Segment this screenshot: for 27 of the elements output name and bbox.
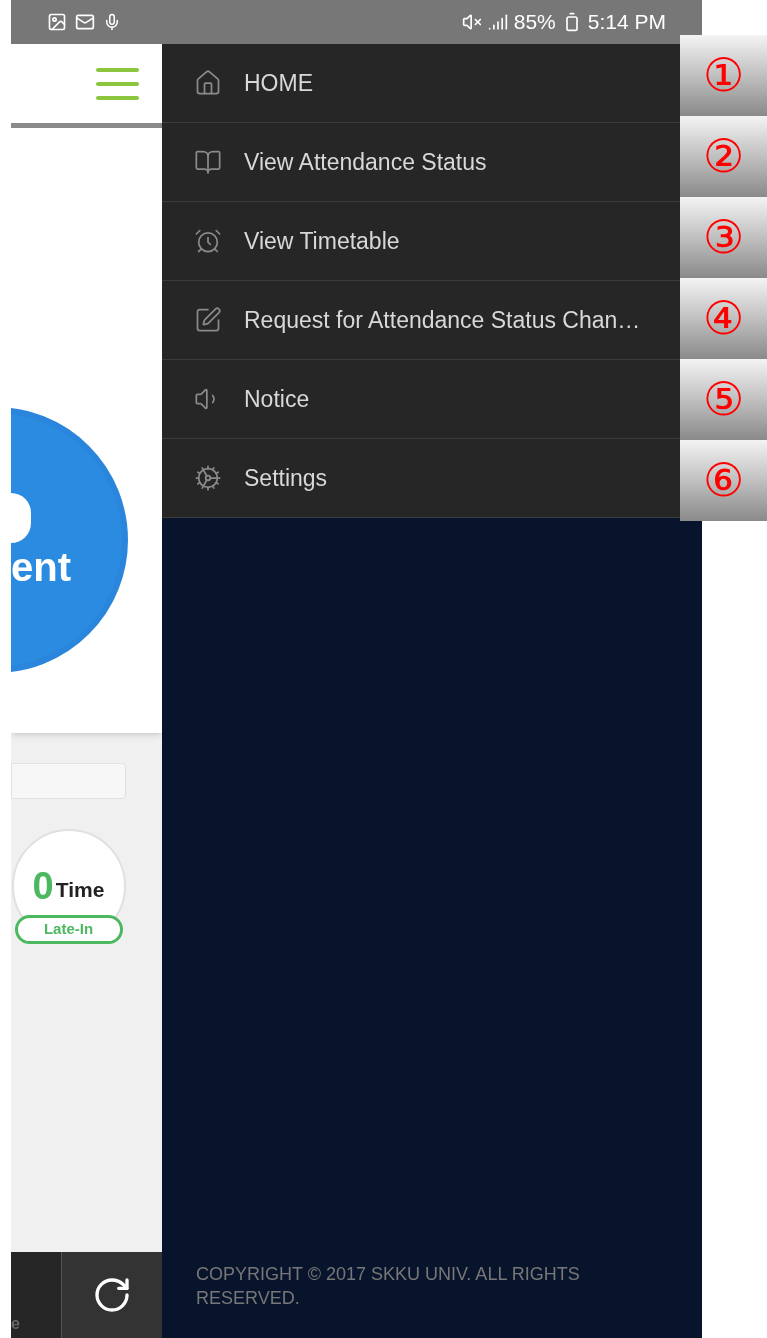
annotation-number: ④ (680, 278, 767, 359)
battery-percent: 85% (513, 9, 556, 36)
annotation-number: ⑤ (680, 359, 767, 440)
alarm-clock-icon (194, 227, 222, 255)
copyright-text: COPYRIGHT © 2017 SKKU UNIV. ALL RIGHTS RESERVED. (195, 1263, 581, 1310)
late-in-label: Late-In (14, 915, 123, 944)
annotation-number: ② (680, 116, 767, 197)
mail-icon (75, 12, 95, 32)
input-field[interactable] (11, 763, 126, 799)
annotation-number: ③ (680, 197, 767, 278)
status-label: ent (11, 547, 72, 587)
edit-icon (194, 306, 222, 334)
refresh-button[interactable] (61, 1252, 162, 1338)
signal-icon (487, 12, 508, 32)
annotation-number: ⑥ (680, 440, 767, 521)
mute-icon (461, 12, 482, 32)
menu-icon[interactable] (96, 67, 139, 100)
gallery-icon (47, 12, 67, 32)
late-count: 0 (32, 863, 54, 909)
clock-time: 5:14 PM (587, 9, 666, 36)
annotation-number: ① (680, 35, 767, 116)
refresh-icon (92, 1275, 132, 1315)
book-icon (194, 148, 222, 176)
count-unit: Time (55, 877, 105, 904)
microphone-icon (103, 13, 121, 31)
settings-icon (194, 464, 222, 492)
home-icon (194, 69, 222, 97)
